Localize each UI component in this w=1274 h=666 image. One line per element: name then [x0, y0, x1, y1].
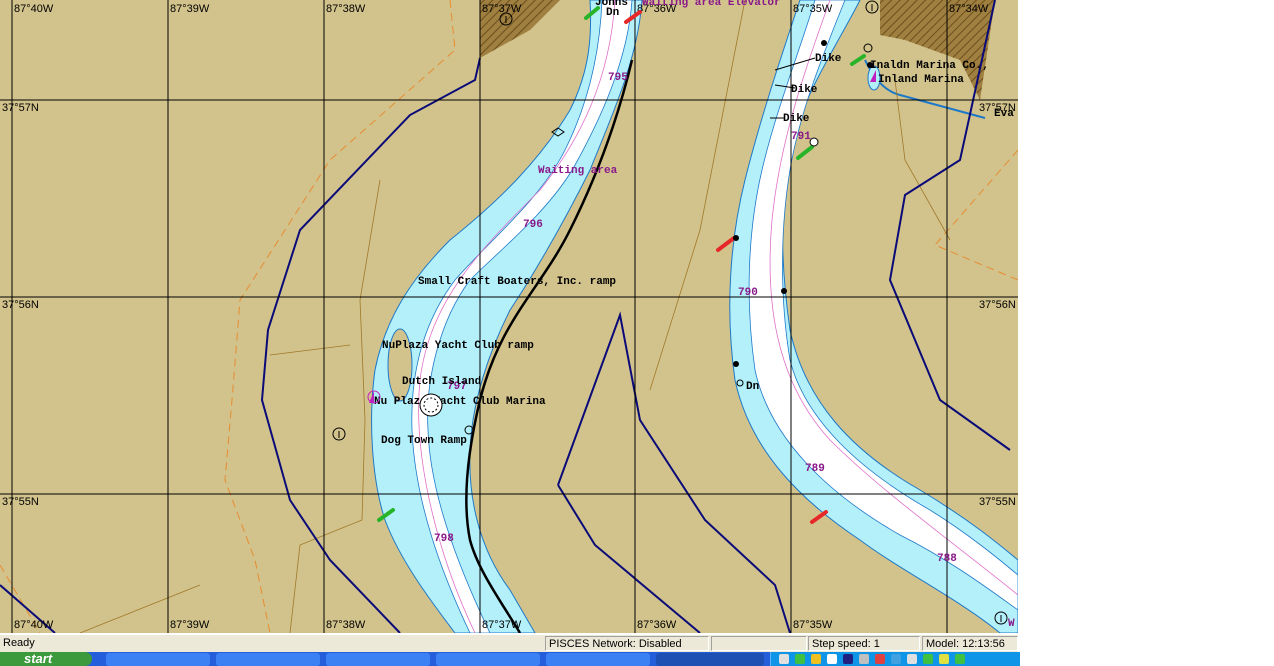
label-dutch-island: Dutch Island	[402, 376, 481, 388]
tray-icon[interactable]	[795, 654, 805, 664]
river-mile-791: 791	[791, 131, 811, 143]
label-w-edge: W	[1008, 618, 1015, 630]
taskbar-item[interactable]	[106, 653, 210, 666]
tray-icon[interactable]	[875, 654, 885, 664]
lat-label-left-3: 37°55N	[2, 496, 39, 508]
label-eva: Eva	[994, 108, 1014, 120]
label-dn-right: Dn	[746, 381, 759, 393]
river-mile-788: 788	[937, 553, 957, 565]
tray-icon[interactable]	[859, 654, 869, 664]
label-inland-marina: Inland Marina	[878, 74, 964, 86]
chart-canvas[interactable]: 87°40W 87°39W 87°38W 87°37W 87°36W 87°35…	[0, 0, 1018, 633]
tray-icon[interactable]	[939, 654, 949, 664]
label-nuplaza-marina: Nu Plaza Yacht Club Marina	[374, 396, 546, 408]
status-ready: Ready	[3, 637, 35, 649]
lon-label-bottom-5: 87°36W	[637, 619, 677, 631]
label-dike-1: Dike	[815, 53, 842, 65]
lon-label-bottom-2: 87°39W	[170, 619, 210, 631]
tray-icon[interactable]	[843, 654, 853, 664]
lon-label-bottom-6: 87°35W	[793, 619, 833, 631]
lat-label-right-2: 37°56N	[979, 299, 1016, 311]
nautical-chart[interactable]: 87°40W 87°39W 87°38W 87°37W 87°36W 87°35…	[0, 0, 1018, 633]
lon-label-top-7: 87°34W	[949, 3, 989, 15]
lon-label-top-2: 87°39W	[170, 3, 210, 15]
taskbar-item[interactable]	[326, 653, 430, 666]
river-mile-789: 789	[805, 463, 825, 475]
tray-icon[interactable]	[923, 654, 933, 664]
status-bar: Ready PISCES Network: Disabled Step spee…	[0, 634, 1018, 653]
system-tray	[770, 652, 1020, 666]
taskbar-item-active[interactable]	[656, 653, 764, 666]
lon-label-top-3: 87°38W	[326, 3, 366, 15]
tray-icon[interactable]	[907, 654, 917, 664]
river-mile-795: 795	[608, 72, 628, 84]
lat-label-left-1: 37°57N	[2, 102, 39, 114]
tray-icon[interactable]	[827, 654, 837, 664]
taskbar-item[interactable]	[546, 653, 650, 666]
lat-label-left-2: 37°56N	[2, 299, 39, 311]
label-nuplaza-ramp: NuPlaza Yacht Club ramp	[382, 340, 534, 352]
taskbar-item[interactable]	[216, 653, 320, 666]
start-button[interactable]: start	[0, 652, 92, 666]
status-empty	[711, 636, 807, 651]
river-mile-798: 798	[434, 533, 454, 545]
lon-label-top-6: 87°35W	[793, 3, 833, 15]
tray-icon[interactable]	[811, 654, 821, 664]
status-step-speed: Step speed: 1	[808, 636, 920, 651]
taskbar-item[interactable]	[436, 653, 540, 666]
label-marina-co: Inaldn Marina Co.,	[870, 60, 989, 72]
label-waiting-area: Waiting area	[538, 165, 618, 177]
label-dike-2: Dike	[791, 84, 818, 96]
lon-label-bottom-1: 87°40W	[14, 619, 54, 631]
tray-icon[interactable]	[779, 654, 789, 664]
status-model-time: Model: 12:13:56	[922, 636, 1018, 651]
tray-icon[interactable]	[955, 654, 965, 664]
windows-taskbar: start	[0, 652, 1020, 666]
lon-label-bottom-4: 87°37W	[482, 619, 522, 631]
label-dog-town-ramp: Dog Town Ramp	[381, 435, 467, 447]
tray-icon[interactable]	[891, 654, 901, 664]
river-mile-790: 790	[738, 287, 758, 299]
lon-label-bottom-3: 87°38W	[326, 619, 366, 631]
lon-label-top-1: 87°40W	[14, 3, 54, 15]
lat-label-right-3: 37°55N	[979, 496, 1016, 508]
label-dn-top: Dn	[606, 7, 619, 19]
marina-anchor-icon[interactable]	[419, 393, 443, 417]
status-network: PISCES Network: Disabled	[545, 636, 709, 651]
lon-label-top-4: 87°37W	[482, 3, 522, 15]
label-dike-3: Dike	[783, 113, 810, 125]
label-small-craft-ramp: Small Craft Boaters, Inc. ramp	[418, 276, 616, 288]
label-elevator: Waiting area Elevator	[642, 0, 781, 9]
river-mile-796: 796	[523, 219, 543, 231]
